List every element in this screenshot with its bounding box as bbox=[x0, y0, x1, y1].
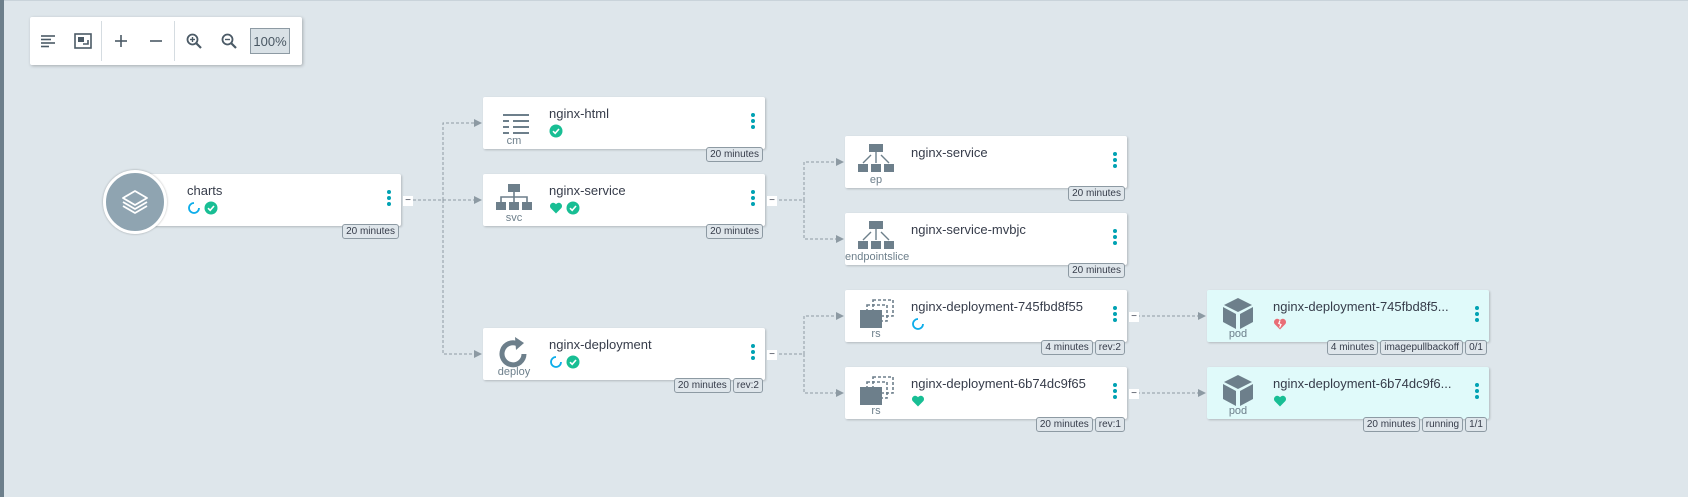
pod-ready-tag: 1/1 bbox=[1465, 417, 1487, 432]
pod-state-tag: running bbox=[1421, 417, 1464, 432]
age-tag: 20 minutes bbox=[706, 147, 763, 162]
resource-tags: 20 minutes bbox=[1068, 263, 1125, 278]
age-tag: 20 minutes bbox=[1068, 263, 1125, 278]
resource-tags: 20 minutes rev:1 bbox=[1035, 417, 1125, 432]
edge-svc-ep bbox=[774, 158, 844, 201]
resource-statuses bbox=[549, 354, 580, 370]
resource-node-cm[interactable]: cm nginx-html 20 minutes bbox=[483, 97, 765, 162]
resource-tags: 4 minutes imagepullbackoff 0/1 bbox=[1326, 340, 1487, 355]
resource-menu-button[interactable] bbox=[1111, 227, 1119, 251]
resource-statuses bbox=[911, 393, 925, 409]
resource-tags: 20 minutes running 1/1 bbox=[1362, 417, 1487, 432]
resource-menu-button[interactable] bbox=[749, 188, 757, 212]
app-collapse-toggle[interactable]: − bbox=[403, 196, 413, 206]
synced-check-icon bbox=[204, 201, 218, 215]
degraded-heart-icon bbox=[1273, 318, 1287, 330]
layers-icon bbox=[122, 190, 148, 214]
resource-menu-button[interactable] bbox=[749, 111, 757, 135]
synced-check-icon bbox=[549, 124, 563, 138]
edge-app-cm bbox=[413, 119, 482, 201]
resource-statuses bbox=[1273, 393, 1287, 409]
resource-statuses bbox=[1273, 316, 1287, 332]
edge-app-deploy bbox=[442, 200, 482, 358]
resource-kind: svc bbox=[505, 212, 523, 224]
resource-tags: 20 minutes rev:2 bbox=[673, 378, 763, 393]
edge-deploy-rs1 bbox=[774, 312, 844, 355]
revision-tag: rev:1 bbox=[1094, 417, 1125, 432]
age-tag: 20 minutes bbox=[673, 378, 731, 393]
pod-state-tag: imagepullbackoff bbox=[1380, 340, 1464, 355]
resource-menu-button[interactable] bbox=[1111, 304, 1119, 328]
age-tag: 4 minutes bbox=[1326, 340, 1379, 355]
app-name: charts bbox=[187, 183, 223, 198]
synced-check-icon bbox=[566, 355, 580, 369]
resource-menu-button[interactable] bbox=[1111, 381, 1119, 405]
resource-menu-button[interactable] bbox=[1473, 304, 1481, 328]
resource-menu-button[interactable] bbox=[1111, 150, 1119, 174]
resource-kind: pod bbox=[1228, 328, 1248, 340]
application-icon bbox=[103, 170, 167, 234]
resource-kind: rs bbox=[871, 405, 881, 417]
edge-deploy-rs2 bbox=[803, 354, 844, 397]
resource-name: nginx-deployment-745fbd8f55 bbox=[911, 299, 1084, 314]
resource-tags: 20 minutes bbox=[706, 224, 763, 239]
synced-check-icon bbox=[566, 201, 580, 215]
pod-ready-tag: 0/1 bbox=[1465, 340, 1487, 355]
resource-collapse-toggle[interactable]: − bbox=[767, 350, 777, 360]
progressing-icon bbox=[550, 356, 562, 368]
age-tag: 20 minutes bbox=[1068, 186, 1125, 201]
resource-name: nginx-html bbox=[549, 106, 609, 121]
revision-tag: rev:2 bbox=[1094, 340, 1125, 355]
resource-name: nginx-service-mvbjc bbox=[911, 222, 1026, 237]
resource-node-ep[interactable]: ep nginx-service 20 minutes bbox=[845, 136, 1127, 201]
resource-kind: deploy bbox=[497, 366, 531, 378]
app-menu-button[interactable] bbox=[385, 188, 393, 212]
resource-kind: ep bbox=[869, 174, 883, 186]
age-tag: 20 minutes bbox=[342, 224, 399, 239]
resource-collapse-toggle[interactable]: − bbox=[1129, 389, 1139, 399]
age-tag: 4 minutes bbox=[1041, 340, 1093, 355]
resource-node-pod-1[interactable]: pod nginx-deployment-745fbd8f5... 4 minu… bbox=[1207, 290, 1489, 355]
resource-kind: rs bbox=[871, 328, 881, 340]
resource-statuses bbox=[911, 316, 925, 332]
resource-node-endpointslice[interactable]: endpointslice nginx-service-mvbjc 20 min… bbox=[845, 213, 1127, 278]
edge-svc-eps bbox=[803, 200, 844, 243]
progressing-icon bbox=[188, 202, 200, 214]
resource-collapse-toggle[interactable]: − bbox=[767, 196, 777, 206]
resource-statuses bbox=[549, 200, 580, 216]
age-tag: 20 minutes bbox=[706, 224, 763, 239]
resource-statuses bbox=[549, 123, 563, 139]
resource-node-svc[interactable]: svc nginx-service − 20 minutes bbox=[483, 174, 777, 239]
resource-node-rs-2[interactable]: rs nginx-deployment-6b74dc9f65 − 20 minu… bbox=[845, 367, 1139, 432]
resource-node-deploy[interactable]: deploy nginx-deployment − 20 minutes rev… bbox=[483, 328, 777, 393]
resource-kind: pod bbox=[1228, 405, 1248, 417]
resource-menu-button[interactable] bbox=[1473, 381, 1481, 405]
resource-node-rs-1[interactable]: rs nginx-deployment-745fbd8f55 − 4 minut… bbox=[845, 290, 1139, 355]
resource-name: nginx-deployment-745fbd8f5... bbox=[1273, 299, 1449, 314]
resource-tags: 20 minutes bbox=[706, 147, 763, 162]
app-tags: 20 minutes bbox=[342, 224, 399, 239]
resource-name: nginx-deployment-6b74dc9f65 bbox=[911, 376, 1086, 391]
healthy-heart-icon bbox=[911, 395, 925, 407]
resource-collapse-toggle[interactable]: − bbox=[1129, 312, 1139, 322]
resource-name: nginx-deployment-6b74dc9f6... bbox=[1273, 376, 1452, 391]
resource-kind: cm bbox=[506, 135, 522, 147]
resource-name: nginx-deployment bbox=[549, 337, 652, 352]
resource-tags: 20 minutes bbox=[1068, 186, 1125, 201]
resource-node-pod-2[interactable]: pod nginx-deployment-6b74dc9f6... 20 min… bbox=[1207, 367, 1489, 432]
age-tag: 20 minutes bbox=[1362, 417, 1420, 432]
resource-name: nginx-service bbox=[549, 183, 626, 198]
resource-name: nginx-service bbox=[911, 145, 988, 160]
resource-tags: 4 minutes rev:2 bbox=[1041, 340, 1125, 355]
resource-menu-button[interactable] bbox=[749, 342, 757, 366]
healthy-heart-icon bbox=[549, 202, 563, 214]
revision-tag: rev:2 bbox=[732, 378, 763, 393]
age-tag: 20 minutes bbox=[1035, 417, 1093, 432]
progressing-icon bbox=[912, 318, 924, 330]
resource-kind: endpointslice bbox=[845, 251, 910, 263]
healthy-heart-icon bbox=[1273, 395, 1287, 407]
app-statuses bbox=[187, 200, 218, 216]
